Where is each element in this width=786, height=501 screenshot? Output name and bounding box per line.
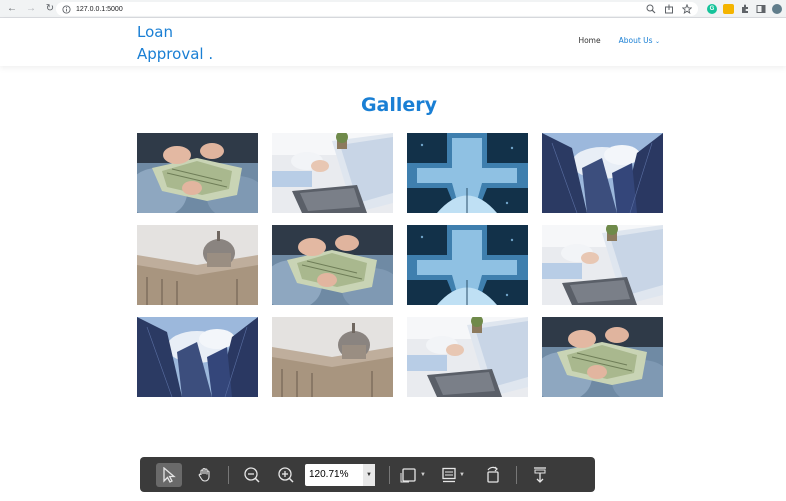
nav-about-label: About Us [618, 36, 653, 45]
page-view-button[interactable]: ▼ [440, 463, 466, 487]
hand-tool-button[interactable] [192, 463, 218, 487]
zoom-level-select[interactable]: 120.71% ▼ [305, 463, 375, 486]
site-logo[interactable]: Loan Approval . [137, 21, 213, 65]
cursor-arrow-icon [163, 466, 176, 483]
rotate-icon [487, 466, 499, 483]
gallery-image-money-hands[interactable] [542, 317, 663, 397]
chevron-down-icon: ⌄ [654, 38, 660, 45]
gallery-image-umbrella-reflection[interactable] [407, 225, 528, 305]
logo-line-1: Loan [137, 23, 173, 41]
zoom-out-icon [244, 466, 260, 483]
caret-down-icon: ▼ [420, 471, 426, 478]
grammarly-extension-icon[interactable]: G [707, 4, 717, 14]
extension-icon[interactable] [723, 4, 734, 14]
page-view-icon [442, 467, 456, 482]
gallery-image-dome-building[interactable] [272, 317, 393, 397]
pdf-viewer-toolbar: 120.71% ▼ ▼ ▼ [140, 457, 595, 492]
nav-home-link[interactable]: Home [578, 36, 600, 45]
share-icon[interactable] [664, 4, 674, 14]
gallery-grid [137, 133, 663, 397]
zoom-level-value: 120.71% [309, 469, 349, 480]
gallery-image-umbrella-reflection[interactable] [407, 133, 528, 213]
toolbar-divider [516, 465, 517, 484]
rotate-button[interactable] [480, 463, 506, 487]
gallery-image-money-hands[interactable] [137, 133, 258, 213]
gallery-image-skyscrapers[interactable] [542, 133, 663, 213]
sidepanel-icon[interactable] [756, 4, 766, 14]
puzzle-extensions-icon[interactable] [740, 4, 750, 14]
back-icon[interactable]: ← [5, 2, 19, 16]
nav-about-link[interactable]: About Us ⌄ [619, 36, 660, 45]
zoom-in-button[interactable] [273, 463, 299, 487]
gallery-image-laptop-desk[interactable] [542, 225, 663, 305]
main-nav: Home About Us ⌄ [578, 36, 660, 45]
download-icon [534, 466, 546, 483]
site-header: Loan Approval . Home About Us ⌄ [0, 18, 786, 66]
gallery-image-money-hands[interactable] [272, 225, 393, 305]
bookmark-star-icon[interactable] [682, 4, 692, 14]
url-text: 127.0.0.1:5000 [76, 5, 123, 13]
gallery-image-laptop-desk[interactable] [272, 133, 393, 213]
chevron-down-icon[interactable]: ▼ [363, 463, 375, 486]
zoom-in-icon [278, 466, 294, 483]
gallery-image-dome-building[interactable] [137, 225, 258, 305]
gallery-image-laptop-desk[interactable] [407, 317, 528, 397]
download-button[interactable] [527, 463, 553, 487]
logo-line-2: Approval . [137, 45, 214, 63]
zoom-icon[interactable] [646, 4, 656, 14]
zoom-out-button[interactable] [239, 463, 265, 487]
gallery-image-skyscrapers[interactable] [137, 317, 258, 397]
caret-down-icon: ▼ [459, 471, 465, 478]
address-bar[interactable]: 127.0.0.1:5000 [56, 2, 698, 16]
select-tool-button[interactable] [156, 462, 182, 487]
toolbar-divider [228, 465, 229, 484]
fit-page-icon [400, 467, 416, 482]
toolbar-divider [389, 465, 390, 484]
hand-icon [198, 467, 210, 482]
reload-icon[interactable]: ↻ [43, 2, 57, 16]
profile-avatar[interactable] [772, 4, 782, 14]
forward-icon[interactable]: → [24, 2, 38, 16]
browser-toolbar: ← → ↻ 127.0.0.1:5000 G [0, 0, 786, 18]
gallery-title: Gallery [360, 94, 438, 116]
fit-page-button[interactable]: ▼ [400, 463, 426, 487]
info-icon[interactable] [62, 4, 71, 14]
